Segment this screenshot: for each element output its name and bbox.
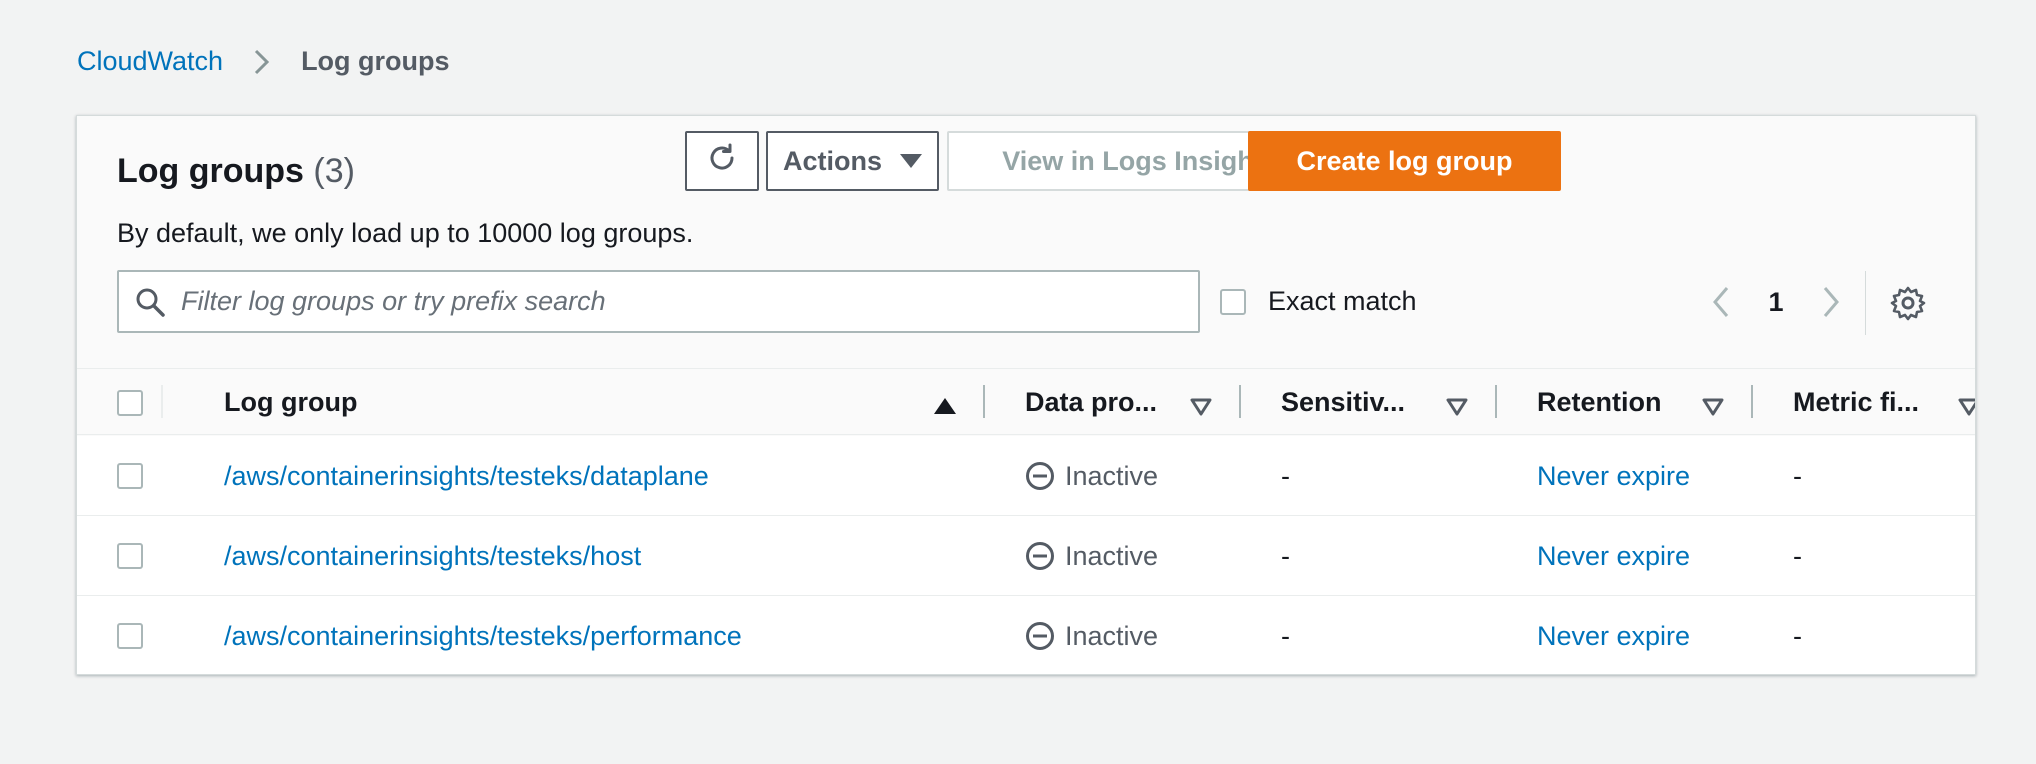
refresh-button[interactable] (685, 131, 759, 191)
row-checkbox[interactable] (117, 623, 143, 649)
row-select-cell (117, 516, 143, 596)
pagination: 1 (1703, 284, 1849, 320)
sensitive-data-value: - (1281, 460, 1290, 491)
filter-search-box (117, 270, 1200, 333)
column-divider[interactable] (983, 385, 985, 418)
pagination-divider (1865, 271, 1866, 335)
status-text: Inactive (1065, 460, 1159, 491)
retention-link[interactable]: Never expire (1537, 621, 1690, 652)
metric-filters-value: - (1793, 620, 1802, 651)
actions-label: Actions (782, 145, 882, 176)
retention-link[interactable]: Never expire (1537, 461, 1690, 492)
sort-icon[interactable] (1190, 398, 1212, 421)
caret-down-icon (900, 154, 922, 168)
retention-link[interactable]: Never expire (1537, 541, 1690, 572)
sensitive-data-value: - (1281, 620, 1290, 651)
refresh-icon (706, 142, 738, 181)
sort-icon[interactable] (1446, 398, 1468, 421)
create-log-group-button[interactable]: Create log group (1248, 131, 1561, 191)
chevron-right-icon (253, 47, 273, 77)
log-group-link[interactable]: /aws/containerinsights/testeks/host (224, 541, 641, 572)
log-groups-panel: Log groups (3) By default, we only load … (76, 115, 1976, 675)
data-protection-status: Inactive (1025, 596, 1159, 674)
column-divider[interactable] (1751, 385, 1753, 418)
search-icon (133, 285, 167, 319)
row-checkbox[interactable] (117, 543, 143, 569)
metric-filters-value: - (1793, 460, 1802, 491)
log-group-link[interactable]: /aws/containerinsights/testeks/performan… (224, 621, 742, 652)
breadcrumb-current: Log groups (301, 46, 450, 76)
inactive-status-icon (1026, 622, 1054, 650)
exact-match-checkbox[interactable] (1220, 288, 1246, 315)
exact-match-label: Exact match (1268, 286, 1417, 316)
status-text: Inactive (1065, 620, 1159, 651)
column-divider (161, 385, 163, 418)
page-title-text: Log groups (117, 152, 304, 190)
breadcrumb-cloudwatch-link[interactable]: CloudWatch (77, 46, 223, 77)
table-row: /aws/containerinsights/testeks/host Inac… (77, 516, 1975, 596)
metric-filters-value: - (1793, 540, 1802, 571)
column-header-sensitive-data[interactable]: Sensitiv... (1281, 369, 1405, 436)
inactive-status-icon (1026, 462, 1054, 490)
sort-icon[interactable] (1958, 398, 1975, 421)
data-protection-status: Inactive (1025, 516, 1158, 596)
exact-match-option[interactable]: Exact match (1220, 286, 1417, 317)
status-text: Inactive (1065, 540, 1159, 571)
table-row: /aws/containerinsights/testeks/performan… (77, 596, 1975, 674)
row-checkbox[interactable] (117, 463, 143, 489)
gear-icon[interactable] (1889, 284, 1927, 322)
column-header-metric-filters[interactable]: Metric fi... (1793, 369, 1919, 436)
column-header-data-protection[interactable]: Data pro... (1025, 369, 1157, 436)
data-protection-status: Inactive (1025, 436, 1158, 516)
column-header-log-group[interactable]: Log group (224, 369, 357, 436)
table-header: Log group Data pro... Sensitiv... Retent… (77, 368, 1975, 435)
panel-header: Log groups (3) By default, we only load … (77, 116, 1975, 368)
column-divider[interactable] (1239, 385, 1241, 418)
log-group-count: (3) (313, 152, 355, 190)
log-group-link[interactable]: /aws/containerinsights/testeks/dataplane (224, 461, 709, 492)
breadcrumb: CloudWatch Log groups (77, 46, 450, 77)
select-all-checkbox[interactable] (117, 389, 143, 416)
select-all-cell (117, 369, 143, 436)
sort-ascending-icon[interactable] (934, 398, 956, 419)
row-select-cell (117, 596, 143, 674)
panel-description: By default, we only load up to 10000 log… (117, 218, 694, 248)
page-title: Log groups (3) (117, 152, 355, 191)
next-page-chevron-right-icon[interactable] (1813, 284, 1849, 320)
filter-log-groups-input[interactable] (181, 286, 1161, 317)
sort-icon[interactable] (1702, 398, 1724, 421)
current-page-number[interactable]: 1 (1739, 287, 1813, 318)
sensitive-data-value: - (1281, 540, 1290, 571)
column-divider[interactable] (1495, 385, 1497, 418)
row-select-cell (117, 436, 143, 516)
inactive-status-icon (1026, 542, 1054, 570)
column-header-retention[interactable]: Retention (1537, 369, 1662, 436)
previous-page-chevron-left-icon[interactable] (1703, 284, 1739, 320)
table-row: /aws/containerinsights/testeks/dataplane… (77, 436, 1975, 516)
actions-dropdown-button[interactable]: Actions (766, 131, 939, 191)
